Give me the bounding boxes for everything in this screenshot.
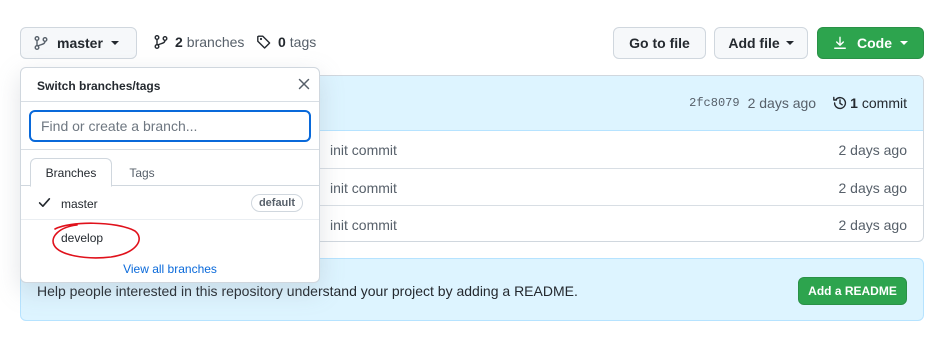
branch-filter-input[interactable] <box>29 110 311 142</box>
chevron-down-icon <box>785 41 794 45</box>
view-all-branches-link[interactable]: View all branches <box>21 262 319 276</box>
tags-link[interactable]: 0 tags <box>256 34 316 50</box>
code-label: Code <box>857 35 892 51</box>
check-icon <box>38 196 51 209</box>
history-icon <box>832 95 850 111</box>
commit-sha-link[interactable]: 2fc8079 <box>689 96 739 110</box>
file-commit-age: 2 days ago <box>838 180 908 196</box>
dropdown-tabs: Branches Tags <box>21 150 319 187</box>
commit-time[interactable]: 2 days ago <box>748 95 817 111</box>
download-icon <box>833 36 847 50</box>
branch-select-button[interactable]: master <box>20 27 137 59</box>
branches-count: 2 <box>175 34 183 50</box>
default-branch-badge: default <box>250 194 303 212</box>
branch-item-develop[interactable]: develop <box>21 220 319 254</box>
commit-count: 1 <box>850 95 858 111</box>
branches-link[interactable]: 2 branches <box>153 34 244 50</box>
tags-count: 0 <box>278 34 286 50</box>
chevron-down-icon <box>900 41 908 45</box>
chevron-down-icon <box>110 41 119 45</box>
commit-label: commit <box>861 95 907 111</box>
branch-switcher-dropdown: Switch branches/tags Branches Tags maste… <box>20 67 320 283</box>
go-to-file-label: Go to file <box>629 35 690 51</box>
git-branch-icon <box>33 35 49 51</box>
commit-history-link[interactable]: 1 commit <box>832 95 907 111</box>
dropdown-filter <box>21 102 319 150</box>
code-button[interactable]: Code <box>817 27 924 59</box>
dropdown-title: Switch branches/tags <box>37 79 161 93</box>
tab-branches[interactable]: Branches <box>30 158 112 187</box>
branch-item-label: master <box>61 197 98 211</box>
branch-item-master[interactable]: master default <box>21 186 319 220</box>
add-file-label: Add file <box>728 35 780 51</box>
git-branch-icon <box>153 34 169 50</box>
dropdown-header: Switch branches/tags <box>21 68 319 102</box>
add-readme-button[interactable]: Add a README <box>798 277 907 305</box>
readme-banner-text: Help people interested in this repositor… <box>37 283 578 299</box>
repo-toolbar: master 2 branches 0 tags Go to file Add … <box>0 0 938 70</box>
branches-label: branches <box>186 34 245 50</box>
tab-tags[interactable]: Tags <box>112 158 172 187</box>
file-commit-age: 2 days ago <box>838 217 908 233</box>
file-commit-message[interactable]: init commit <box>330 180 397 196</box>
tags-label: tags <box>289 34 317 50</box>
branch-item-label: develop <box>61 231 104 245</box>
current-branch-label: master <box>57 35 103 51</box>
file-commit-message[interactable]: init commit <box>330 142 397 158</box>
file-commit-age: 2 days ago <box>838 142 908 158</box>
close-icon[interactable] <box>298 78 310 90</box>
go-to-file-button[interactable]: Go to file <box>613 27 706 59</box>
tag-icon <box>256 34 272 50</box>
commit-meta: 2fc8079 2 days ago 1 commit <box>689 95 907 111</box>
file-commit-message[interactable]: init commit <box>330 217 397 233</box>
add-file-button[interactable]: Add file <box>714 27 808 59</box>
